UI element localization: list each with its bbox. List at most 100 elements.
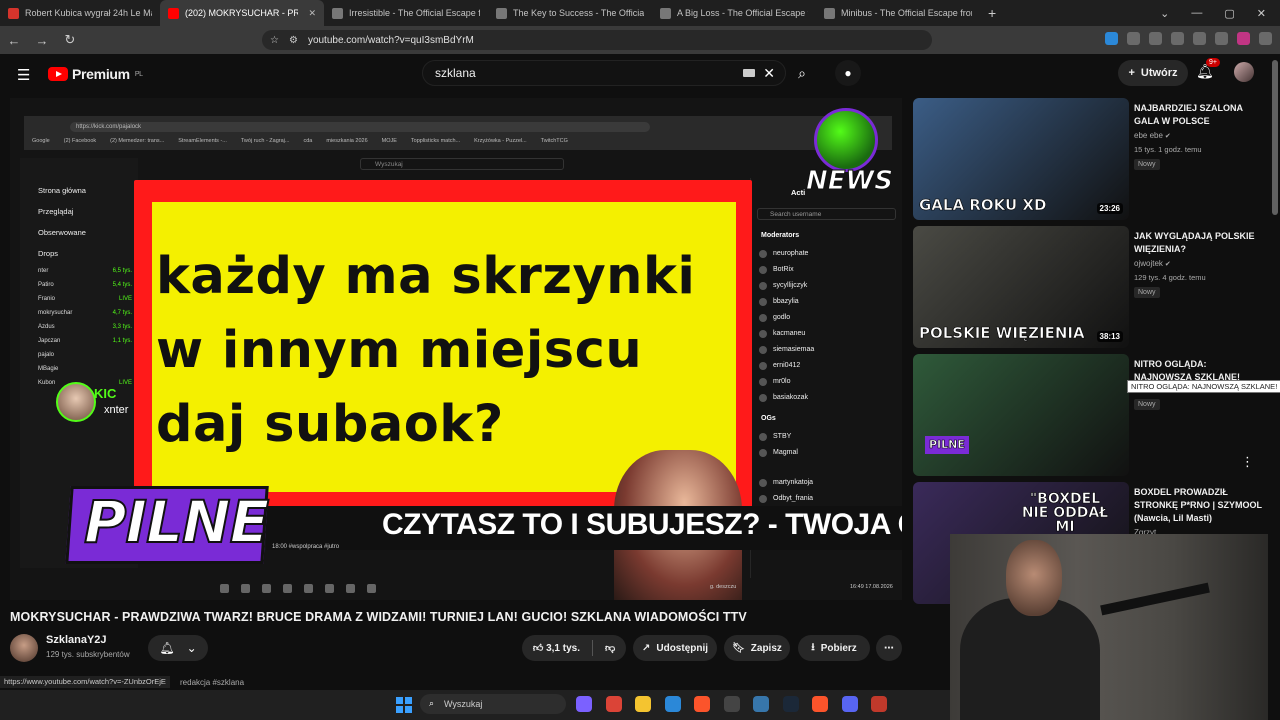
brave2-icon[interactable] [812,696,828,712]
kick-nav-item: Przeglądaj [38,207,74,216]
kick-k-logo [814,108,878,172]
recommended-video[interactable]: GALA ROKU XD 23:26 NAJBARDZIEJ SZALONA GAL… [913,98,1273,220]
like-dislike-group: 👍︎ 3,1 tys. 👎︎ [522,635,626,661]
chat-user: Odbyt_frania [751,490,902,506]
kick-user-status: 1,1 tys. [112,338,132,344]
chrome-icon[interactable] [605,696,622,712]
save-button[interactable]: 🔖︎ Zapisz [724,635,790,661]
recommended-meta: 15 tys. 1 godz. temu [1134,145,1202,154]
clear-search-icon[interactable]: ✕ [763,65,775,82]
browser-tab[interactable]: (202) MOKRYSUCHAR - PRAW ✕ [160,0,324,26]
youtube-logo[interactable]: Premium PL [48,66,143,82]
steam-icon[interactable] [782,696,799,712]
create-button[interactable]: + Utwórz [1118,60,1188,86]
inner-bookmark: Google [32,138,50,144]
url-field[interactable]: ☆ ⚙ youtube.com/watch?v=quI3smBdYrM [262,30,932,50]
forward-icon[interactable]: → [28,33,56,48]
kick-user-name: mokrysuchar [38,310,73,316]
extension-icon[interactable] [1237,32,1250,45]
back-icon[interactable]: ← [0,33,28,48]
video-thumbnail[interactable]: GALA ROKU XD 23:26 [913,98,1129,220]
hamburger-menu-icon[interactable]: ☰ [17,66,30,84]
chevron-down-icon: ⌄ [186,641,197,655]
news-logo: NEWS [806,108,893,200]
notifications-badge: 9+ [1206,58,1220,67]
recommended-channel[interactable]: ebe ebe ✔ [1134,131,1171,140]
share-button[interactable]: ↗ Udostępnij [633,635,717,661]
search-input[interactable]: szklana ✕ [422,60,786,86]
voice-search-button[interactable]: ● [835,60,861,86]
maximize-icon[interactable]: ▢ [1224,7,1234,20]
browser-tab[interactable]: Robert Kubica wygrał 24h Le Mans w [0,0,160,26]
discord-icon[interactable] [841,696,858,712]
plus-icon: + [1128,67,1135,79]
extension-icon[interactable] [1171,32,1184,45]
download-button[interactable]: ⭳ Pobierz [798,635,870,661]
kick-tag: KIC [94,386,117,401]
new-badge: Nowy [1134,287,1160,298]
scrollbar[interactable] [1272,60,1278,215]
minimize-icon[interactable]: — [1191,7,1202,20]
streamer-webcam [950,534,1268,720]
app-icon[interactable] [723,696,740,712]
extension-icon[interactable] [1127,32,1140,45]
channel-name[interactable]: SzklanaY2J [46,634,107,646]
browser-tab[interactable]: The Key to Success - The Official Esc [488,0,652,26]
extension-icon[interactable] [1149,32,1162,45]
site-info-icon[interactable]: ⚙ [289,35,298,46]
video-thumbnail[interactable]: POLSKIE WIĘZIENIA 38:13 [913,226,1129,348]
account-avatar[interactable] [1234,62,1254,82]
close-tab-icon[interactable]: ✕ [308,8,316,19]
kick-user-status: 4,7 tys. [112,310,132,316]
more-vert-icon[interactable]: ⋮ [1241,454,1254,470]
keyboard-icon[interactable] [743,69,755,77]
inner-taskbar-icon [325,584,334,593]
recommended-video[interactable]: POLSKIE WIĘZIENIA 38:13 JAK WYGLĄDAJĄ POLS… [913,226,1273,348]
taskbar-search[interactable]: Wyszukaj [420,694,566,714]
download-icon: ⭳ [811,641,815,653]
kick-user-name: Franio [38,296,56,302]
recommended-video[interactable]: PILNENITRO OGLĄDA: NAJNOWSZĄ SZKLANE!49 … [913,354,1273,476]
browser-tab[interactable]: A Big Loss - The Official Escape from [652,0,816,26]
windows-start-icon[interactable] [396,697,412,713]
recommended-title: JAK WYGLĄDAJĄ POLSKIE WIĘZIENIA? [1134,231,1255,254]
store-icon[interactable] [664,696,681,712]
extension-icon[interactable] [1105,32,1118,45]
extension-icons [1105,32,1272,45]
tab-search-icon[interactable]: ⌄ [1160,7,1169,20]
extension-icon[interactable] [1215,32,1228,45]
tab-favicon-icon [660,7,671,19]
more-actions-button[interactable]: ⋯ [876,635,902,661]
inner-clock: 16:49 17.08.2026 [850,584,893,590]
files-icon[interactable] [635,696,651,712]
copilot-icon[interactable] [576,696,592,712]
search-button[interactable]: ⌕ [786,60,818,86]
brave-icon[interactable] [694,696,710,712]
share-label: Udostępnij [656,642,709,654]
video-thumbnail[interactable]: PILNE [913,354,1129,476]
dislike-button[interactable]: 👎︎ [605,642,615,654]
close-window-icon[interactable]: ✕ [1257,7,1266,20]
browser-tab[interactable]: Minibus - The Official Escape from Ta [816,0,980,26]
verified-icon: ✔ [1162,261,1171,268]
recommended-channel[interactable]: ojwojtek ✔ [1134,259,1171,268]
reload-icon[interactable]: ↻ [56,32,84,48]
browser-tab[interactable]: Irresistible - The Official Escape from [324,0,488,26]
thumbnail-caption: GALA ROKU XD [919,196,1047,214]
bookmark-icon[interactable]: ☆ [270,35,279,46]
video-player[interactable]: https://kick.com/pajalock Google (2) Face… [10,98,902,600]
subscribed-button[interactable]: 🔔︎ ⌄ [148,635,208,661]
app2-icon[interactable] [871,696,887,712]
channel-avatar[interactable] [10,634,38,662]
kick-user-status: LIVE [118,296,132,302]
inner-bookmark: mieszkania 2026 [326,138,368,144]
new-tab-button[interactable]: + [980,5,1004,21]
extension-icon[interactable] [1193,32,1206,45]
kick-nav-item: Obserwowane [38,228,86,237]
kick-search: Wyszukaj [360,158,564,170]
recommended-meta: 129 tys. 4 godz. temu [1134,273,1206,282]
like-button[interactable]: 👍︎ 3,1 tys. [533,642,580,654]
search-icon: ⌕ [798,64,806,81]
menu-icon[interactable] [1259,32,1272,45]
python-icon[interactable] [753,696,769,712]
